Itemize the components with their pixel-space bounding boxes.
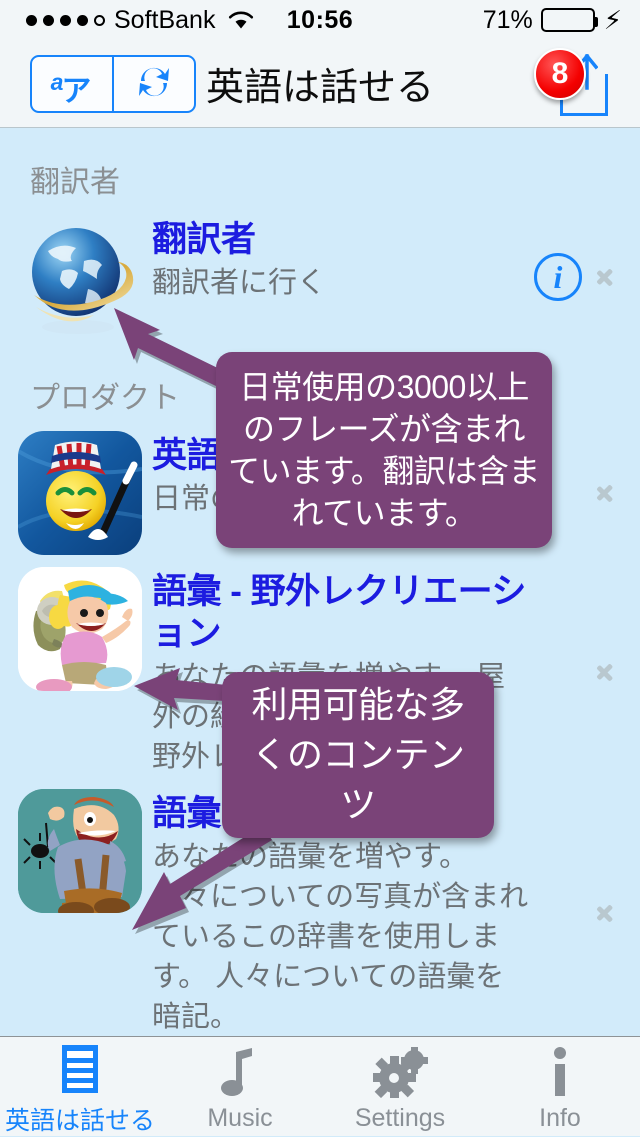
status-bar: SoftBank 10:56 71% ⚡	[0, 0, 640, 40]
list-item-text: 翻訳者 翻訳者に行く	[142, 215, 530, 303]
music-note-icon	[220, 1046, 260, 1098]
tab-bar: 英語は話せる Music Settings Info	[0, 1036, 640, 1136]
battery-percent-label: 71%	[482, 5, 533, 34]
list-item-translator[interactable]: 翻訳者 翻訳者に行く i	[0, 209, 640, 345]
list-item-accessory	[530, 896, 640, 930]
tab-label: Settings	[354, 1104, 446, 1132]
tab-label: Music	[207, 1104, 273, 1132]
globe-icon	[18, 215, 142, 339]
info-circle-icon[interactable]: i	[534, 253, 582, 301]
hiker-girl-icon	[18, 567, 142, 691]
list-item-subtitle: あなたの語彙を増やす。 人々についての写真が含まれているこの辞書を使用します。 …	[152, 841, 529, 1033]
document-list-icon	[58, 1043, 102, 1095]
charging-bolt-icon: ⚡	[603, 5, 622, 35]
battery-icon	[540, 8, 598, 32]
tab-label: 英語は話せる	[4, 1106, 155, 1135]
list-item-title: 翻訳者	[152, 220, 256, 259]
status-bar-right: 71% ⚡	[483, 6, 622, 35]
smiley-magician-icon	[18, 431, 142, 555]
share-button[interactable]: 8	[534, 48, 618, 116]
chevron-right-icon	[598, 476, 618, 510]
content-tooltip: 利用可能な多くのコンテンツ	[222, 672, 494, 838]
tab-label: Info	[539, 1104, 581, 1132]
content-tooltip-text: 利用可能な多くのコンテンツ	[251, 684, 465, 825]
list-item-subtitle: 翻訳者に行く	[152, 267, 327, 299]
chevron-right-icon	[598, 896, 618, 930]
tab-music[interactable]: Music	[160, 1037, 320, 1136]
list-item-title: 語彙 - 野外レクリエーション	[152, 572, 526, 653]
translator-tooltip: 日常使用の3000以上のフレーズが含まれています。翻訳は含まれています。	[216, 352, 552, 548]
tab-settings[interactable]: Settings	[320, 1037, 480, 1136]
tab-english-speak[interactable]: 英語は話せる	[0, 1037, 160, 1136]
cartoon-man-icon	[18, 789, 142, 913]
gears-icon	[372, 1046, 428, 1098]
chevron-right-icon	[598, 260, 618, 294]
navigation-bar: aア 英語は話せる 8	[0, 40, 640, 128]
chevron-right-icon	[598, 655, 618, 689]
tab-info[interactable]: Info	[480, 1037, 640, 1136]
list-item-accessory: i	[530, 253, 640, 301]
share-badge: 8	[534, 48, 586, 100]
info-i-icon	[548, 1046, 572, 1098]
section-header-translator: 翻訳者	[30, 166, 120, 199]
main-list[interactable]: 翻訳者 翻訳者 翻訳者に行く i プロダクト 語彙 - 野外レクリエーション 屋…	[0, 129, 640, 1036]
list-item-accessory	[530, 655, 640, 689]
